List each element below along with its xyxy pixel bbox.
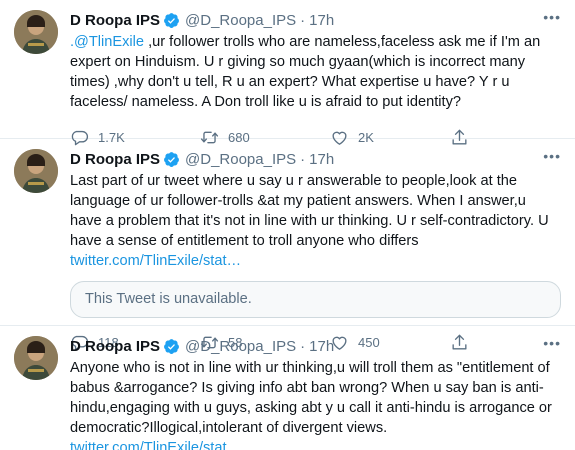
verified-badge-icon [163, 151, 180, 168]
quote-unavailable-text: This Tweet is unavailable. [85, 291, 252, 307]
separator: · [300, 150, 306, 168]
tweet[interactable]: ••• D Roopa IPS @D_Roopa_IPS · 17h Anyon… [0, 326, 575, 450]
verified-badge-icon [163, 338, 180, 355]
verified-badge-icon [163, 12, 180, 29]
separator: · [300, 11, 306, 29]
mention-link[interactable]: .@TlinExile [70, 34, 144, 50]
more-options-icon[interactable]: ••• [543, 148, 561, 164]
author-name[interactable]: D Roopa IPS [70, 12, 160, 29]
author-handle[interactable]: @D_Roopa_IPS [185, 12, 296, 29]
tweet-body-text: Last part of ur tweet where u say u r an… [70, 173, 549, 249]
timestamp[interactable]: 17h [309, 338, 334, 355]
avatar[interactable] [14, 149, 58, 193]
author-name[interactable]: D Roopa IPS [70, 151, 160, 168]
tweet-body-text: Anyone who is not in line with ur thinki… [70, 360, 552, 436]
more-options-icon[interactable]: ••• [543, 335, 561, 351]
avatar[interactable] [14, 336, 58, 380]
avatar-photo-icon [14, 336, 58, 380]
tweet-text: Anyone who is not in line with ur thinki… [70, 358, 561, 450]
author-handle[interactable]: @D_Roopa_IPS [185, 151, 296, 168]
tweet-link[interactable]: twitter.com/TlinExile/stat… [70, 253, 241, 269]
timestamp[interactable]: 17h [309, 12, 334, 29]
tweet[interactable]: ••• D Roopa IPS @D_Roopa_IPS · 17h .@Tli… [0, 0, 575, 139]
tweet-link[interactable]: twitter.com/TlinExile/stat… [70, 440, 241, 450]
tweet-text: .@TlinExile ,ur follower trolls who are … [70, 32, 561, 112]
tweet-header: D Roopa IPS @D_Roopa_IPS · 17h [70, 10, 561, 30]
quoted-tweet-unavailable[interactable]: This Tweet is unavailable. [70, 281, 561, 318]
timestamp[interactable]: 17h [309, 151, 334, 168]
tweet-header: D Roopa IPS @D_Roopa_IPS · 17h [70, 149, 561, 169]
avatar[interactable] [14, 10, 58, 54]
author-handle[interactable]: @D_Roopa_IPS [185, 338, 296, 355]
author-name[interactable]: D Roopa IPS [70, 338, 160, 355]
tweet-header: D Roopa IPS @D_Roopa_IPS · 17h [70, 336, 561, 356]
more-options-icon[interactable]: ••• [543, 9, 561, 25]
separator: · [300, 337, 306, 355]
tweet[interactable]: ••• D Roopa IPS @D_Roopa_IPS · 17h Last … [0, 139, 575, 326]
avatar-photo-icon [14, 10, 58, 54]
avatar-photo-icon [14, 149, 58, 193]
tweet-text: Last part of ur tweet where u say u r an… [70, 171, 561, 271]
